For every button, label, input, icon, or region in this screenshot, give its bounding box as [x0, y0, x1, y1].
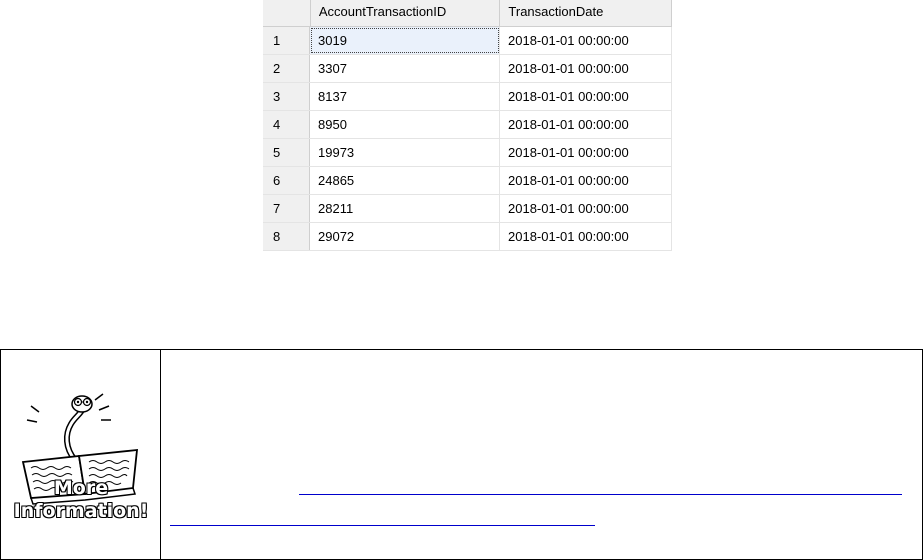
- information-label: Information!: [13, 500, 149, 523]
- cell-transaction-date[interactable]: 2018-01-01 00:00:00: [500, 27, 672, 54]
- more-information-badge: More Information!: [1, 350, 161, 559]
- cell-account-transaction-id[interactable]: 8950: [310, 111, 500, 138]
- cell-transaction-date[interactable]: 2018-01-01 00:00:00: [500, 223, 672, 250]
- grid-corner[interactable]: [263, 0, 311, 26]
- cell-account-transaction-id[interactable]: 3307: [310, 55, 500, 82]
- more-information-content: [161, 350, 922, 559]
- cell-account-transaction-id[interactable]: 19973: [310, 139, 500, 166]
- table-row: 3 8137 2018-01-01 00:00:00: [263, 83, 672, 111]
- row-number[interactable]: 6: [263, 167, 310, 194]
- cell-account-transaction-id[interactable]: 28211: [310, 195, 500, 222]
- page: AccountTransactionID TransactionDate 1 3…: [0, 0, 923, 560]
- row-number[interactable]: 1: [263, 27, 310, 54]
- cell-account-transaction-id[interactable]: 29072: [310, 223, 500, 250]
- more-label: More: [53, 477, 109, 500]
- cell-transaction-date[interactable]: 2018-01-01 00:00:00: [500, 83, 672, 110]
- grid-header-row: AccountTransactionID TransactionDate: [263, 0, 672, 27]
- table-row: 8 29072 2018-01-01 00:00:00: [263, 223, 672, 251]
- cell-transaction-date[interactable]: 2018-01-01 00:00:00: [500, 167, 672, 194]
- table-row: 6 24865 2018-01-01 00:00:00: [263, 167, 672, 195]
- results-grid: AccountTransactionID TransactionDate 1 3…: [263, 0, 672, 255]
- table-row: 4 8950 2018-01-01 00:00:00: [263, 111, 672, 139]
- table-row: 7 28211 2018-01-01 00:00:00: [263, 195, 672, 223]
- cell-account-transaction-id[interactable]: 3019: [310, 27, 500, 54]
- row-number[interactable]: 3: [263, 83, 310, 110]
- row-number[interactable]: 7: [263, 195, 310, 222]
- column-header-accounttransactionid[interactable]: AccountTransactionID: [310, 0, 501, 26]
- cell-transaction-date[interactable]: 2018-01-01 00:00:00: [500, 195, 672, 222]
- row-number[interactable]: 8: [263, 223, 310, 250]
- cell-transaction-date[interactable]: 2018-01-01 00:00:00: [500, 55, 672, 82]
- table-row: 1 3019 2018-01-01 00:00:00: [263, 27, 672, 55]
- table-row: 5 19973 2018-01-01 00:00:00: [263, 139, 672, 167]
- row-number[interactable]: 4: [263, 111, 310, 138]
- row-number[interactable]: 2: [263, 55, 310, 82]
- row-number[interactable]: 5: [263, 139, 310, 166]
- cell-account-transaction-id[interactable]: 24865: [310, 167, 500, 194]
- cell-account-transaction-id[interactable]: 8137: [310, 83, 500, 110]
- column-header-transactiondate[interactable]: TransactionDate: [500, 0, 672, 26]
- table-row: 2 3307 2018-01-01 00:00:00: [263, 55, 672, 83]
- hyperlink-underline[interactable]: [170, 525, 595, 526]
- more-information-box: More Information!: [0, 349, 923, 560]
- cell-transaction-date[interactable]: 2018-01-01 00:00:00: [500, 139, 672, 166]
- hyperlink-underline[interactable]: [299, 494, 902, 495]
- cell-transaction-date[interactable]: 2018-01-01 00:00:00: [500, 111, 672, 138]
